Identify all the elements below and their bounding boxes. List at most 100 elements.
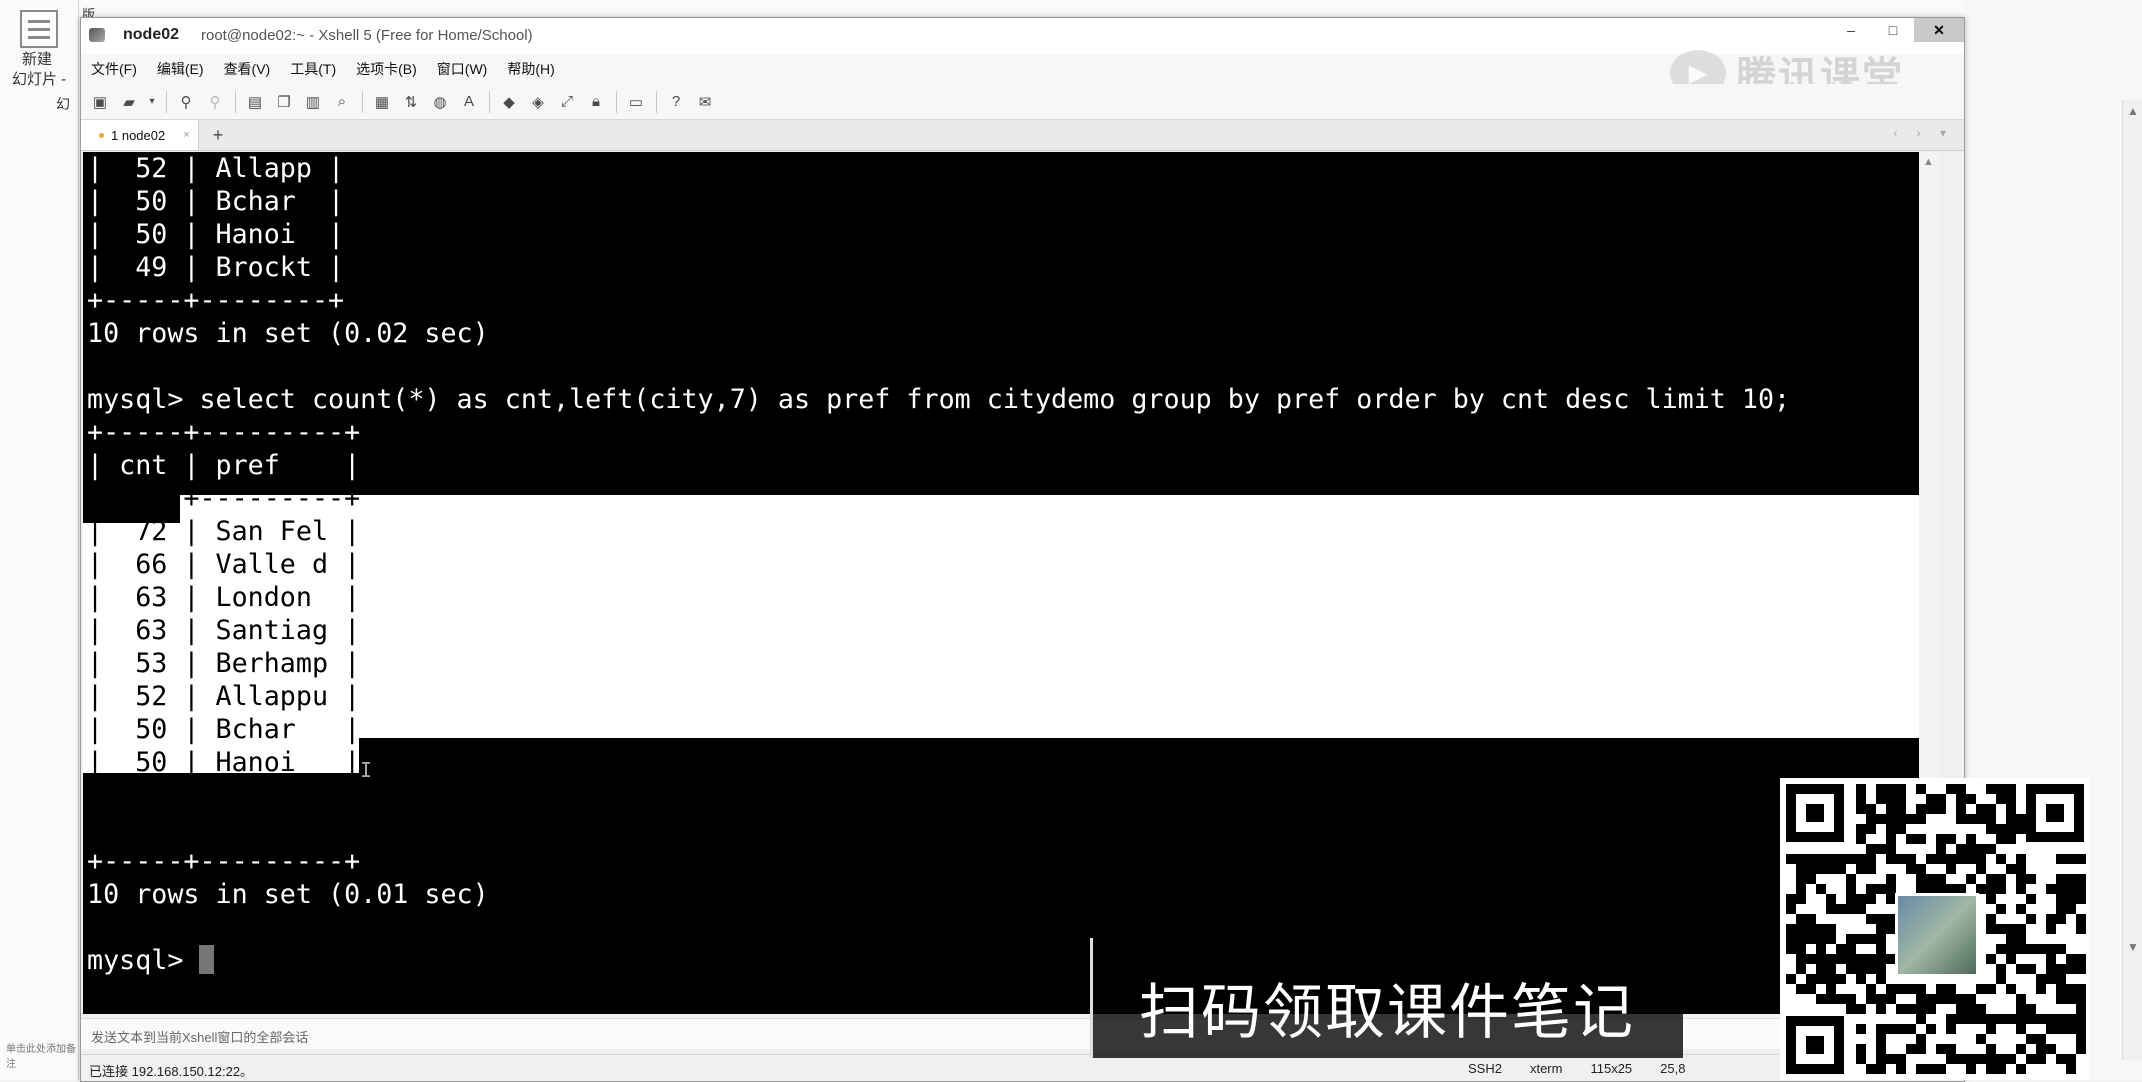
tab-node02[interactable]: 1 node02 ×: [81, 120, 199, 150]
qr-module: [1856, 784, 1866, 794]
terminal-size: 115x25: [1590, 1061, 1633, 1076]
scroll-up-icon[interactable]: ▲: [2127, 104, 2139, 118]
copy-icon[interactable]: ❐: [273, 91, 295, 113]
qr-module: [1836, 954, 1846, 964]
chat-icon[interactable]: ✉: [694, 91, 716, 113]
qr-module: [1856, 964, 1866, 974]
close-button[interactable]: ✕: [1914, 18, 1964, 42]
new-label[interactable]: 新建: [22, 48, 52, 69]
scroll-down-icon[interactable]: ▼: [2127, 940, 2139, 954]
qr-module: [1836, 864, 1846, 874]
qr-module: [1986, 924, 1996, 934]
qr-module: [2026, 894, 2036, 904]
qr-module: [1966, 814, 1976, 824]
qr-module: [1876, 784, 1886, 794]
compose-icon[interactable]: ▭: [625, 91, 647, 113]
new-slide-icon[interactable]: [20, 10, 58, 48]
menu-help[interactable]: 帮助(H): [507, 59, 554, 79]
qr-module: [1956, 1014, 1966, 1024]
paste-icon[interactable]: ▥: [302, 91, 324, 113]
transfer-icon[interactable]: ⇅: [400, 91, 422, 113]
qr-module: [1946, 1054, 1956, 1064]
print-icon[interactable]: ▦: [371, 91, 393, 113]
menu-tools[interactable]: 工具(T): [290, 59, 336, 79]
qr-module: [1916, 1044, 1926, 1054]
status-bar: 已连接 192.168.150.12:22。 SSH2 xterm 115x25…: [81, 1054, 1964, 1081]
qr-module: [1916, 784, 1926, 794]
qr-module: [1786, 934, 1796, 944]
tab-scroll-arrows[interactable]: ‹ › ▾: [1893, 126, 1954, 140]
qr-module: [1966, 1064, 1976, 1074]
connect-icon[interactable]: ⚲: [175, 91, 197, 113]
promo-text: 扫码领取课件笔记: [1139, 979, 1635, 1046]
background-scrollbar[interactable]: ▲ ▼: [2122, 100, 2142, 1060]
keyboard-icon[interactable]: ◆: [498, 91, 520, 113]
lock-icon[interactable]: 🔒︎: [585, 91, 607, 113]
scroll-up-icon[interactable]: ▲: [1923, 156, 1934, 168]
qr-module: [1956, 814, 1966, 824]
minimize-button[interactable]: –: [1830, 18, 1872, 42]
qr-module: [1946, 834, 1956, 844]
qr-module: [1986, 894, 1996, 904]
qr-module: [1846, 854, 1856, 864]
tab-close-icon[interactable]: ×: [183, 129, 189, 141]
qr-module: [1796, 884, 1806, 894]
qr-module: [1796, 854, 1806, 864]
terminal-output[interactable]: | 52 | Allapp | | 50 | Bchar | | 50 | Ha…: [83, 152, 1939, 1014]
qr-module: [1836, 854, 1846, 864]
qr-module: [1996, 874, 2006, 884]
qr-module: [1856, 934, 1866, 944]
maximize-button[interactable]: □: [1872, 18, 1914, 42]
qr-module: [1976, 984, 1986, 994]
script-icon[interactable]: ◈: [527, 91, 549, 113]
disconnect-icon[interactable]: ⚲: [204, 91, 226, 113]
qr-module: [2016, 904, 2026, 914]
properties-icon[interactable]: ▤: [244, 91, 266, 113]
terminal-line: +-----+---------+: [87, 846, 361, 877]
menu-file[interactable]: 文件(F): [91, 59, 137, 79]
qr-module: [1916, 834, 1926, 844]
qr-module: [1846, 904, 1856, 914]
qr-module: [1936, 834, 1946, 844]
add-tab-button[interactable]: +: [205, 122, 231, 148]
qr-module: [1996, 834, 2006, 844]
qr-module: [1826, 994, 1836, 1004]
qr-module: [1916, 1064, 1926, 1074]
background-app-panel: 版式 新建 幻灯片 - 幻 单击此处添加备注: [0, 0, 95, 1080]
qr-module: [1856, 974, 1866, 984]
menu-window[interactable]: 窗口(W): [437, 59, 488, 79]
terminal-prompt-line[interactable]: mysql>: [87, 944, 215, 977]
qr-module: [2076, 964, 2086, 974]
qr-module: [2026, 874, 2036, 884]
fullscreen-icon[interactable]: ⤢: [556, 91, 578, 113]
qr-module: [1856, 1054, 1866, 1064]
font-icon[interactable]: A: [458, 91, 480, 113]
qr-module: [1886, 854, 1896, 864]
menu-tabs[interactable]: 选项卡(B): [356, 59, 417, 79]
qr-module: [1856, 904, 1866, 914]
qr-module: [1876, 794, 1886, 804]
new-session-icon[interactable]: ▣: [89, 91, 111, 113]
qr-module: [1846, 994, 1856, 1004]
qr-module: [1886, 834, 1896, 844]
terminal-line: | 52 | Allappu |: [87, 681, 361, 712]
qr-module: [2066, 884, 2076, 894]
open-folder-icon[interactable]: ▰: [118, 91, 140, 113]
slide-label[interactable]: 幻灯片 -: [12, 68, 66, 89]
qr-module: [1816, 964, 1826, 974]
qr-module: [1896, 1054, 1906, 1064]
qr-module: [2076, 954, 2086, 964]
menu-edit[interactable]: 编辑(E): [157, 59, 204, 79]
help-icon[interactable]: ?: [665, 91, 687, 113]
qr-module: [1836, 974, 1846, 984]
globe-icon[interactable]: ◍: [429, 91, 451, 113]
qr-module: [2076, 924, 2086, 934]
qr-module: [1936, 984, 1946, 994]
dropdown-icon[interactable]: ▾: [147, 91, 157, 113]
find-icon[interactable]: ⌕: [331, 91, 353, 113]
menu-view[interactable]: 查看(V): [224, 59, 271, 79]
qr-module: [1906, 834, 1916, 844]
qr-module: [2066, 874, 2076, 884]
qr-module: [1996, 924, 2006, 934]
notes-tip[interactable]: 单击此处添加备注: [6, 1040, 78, 1070]
